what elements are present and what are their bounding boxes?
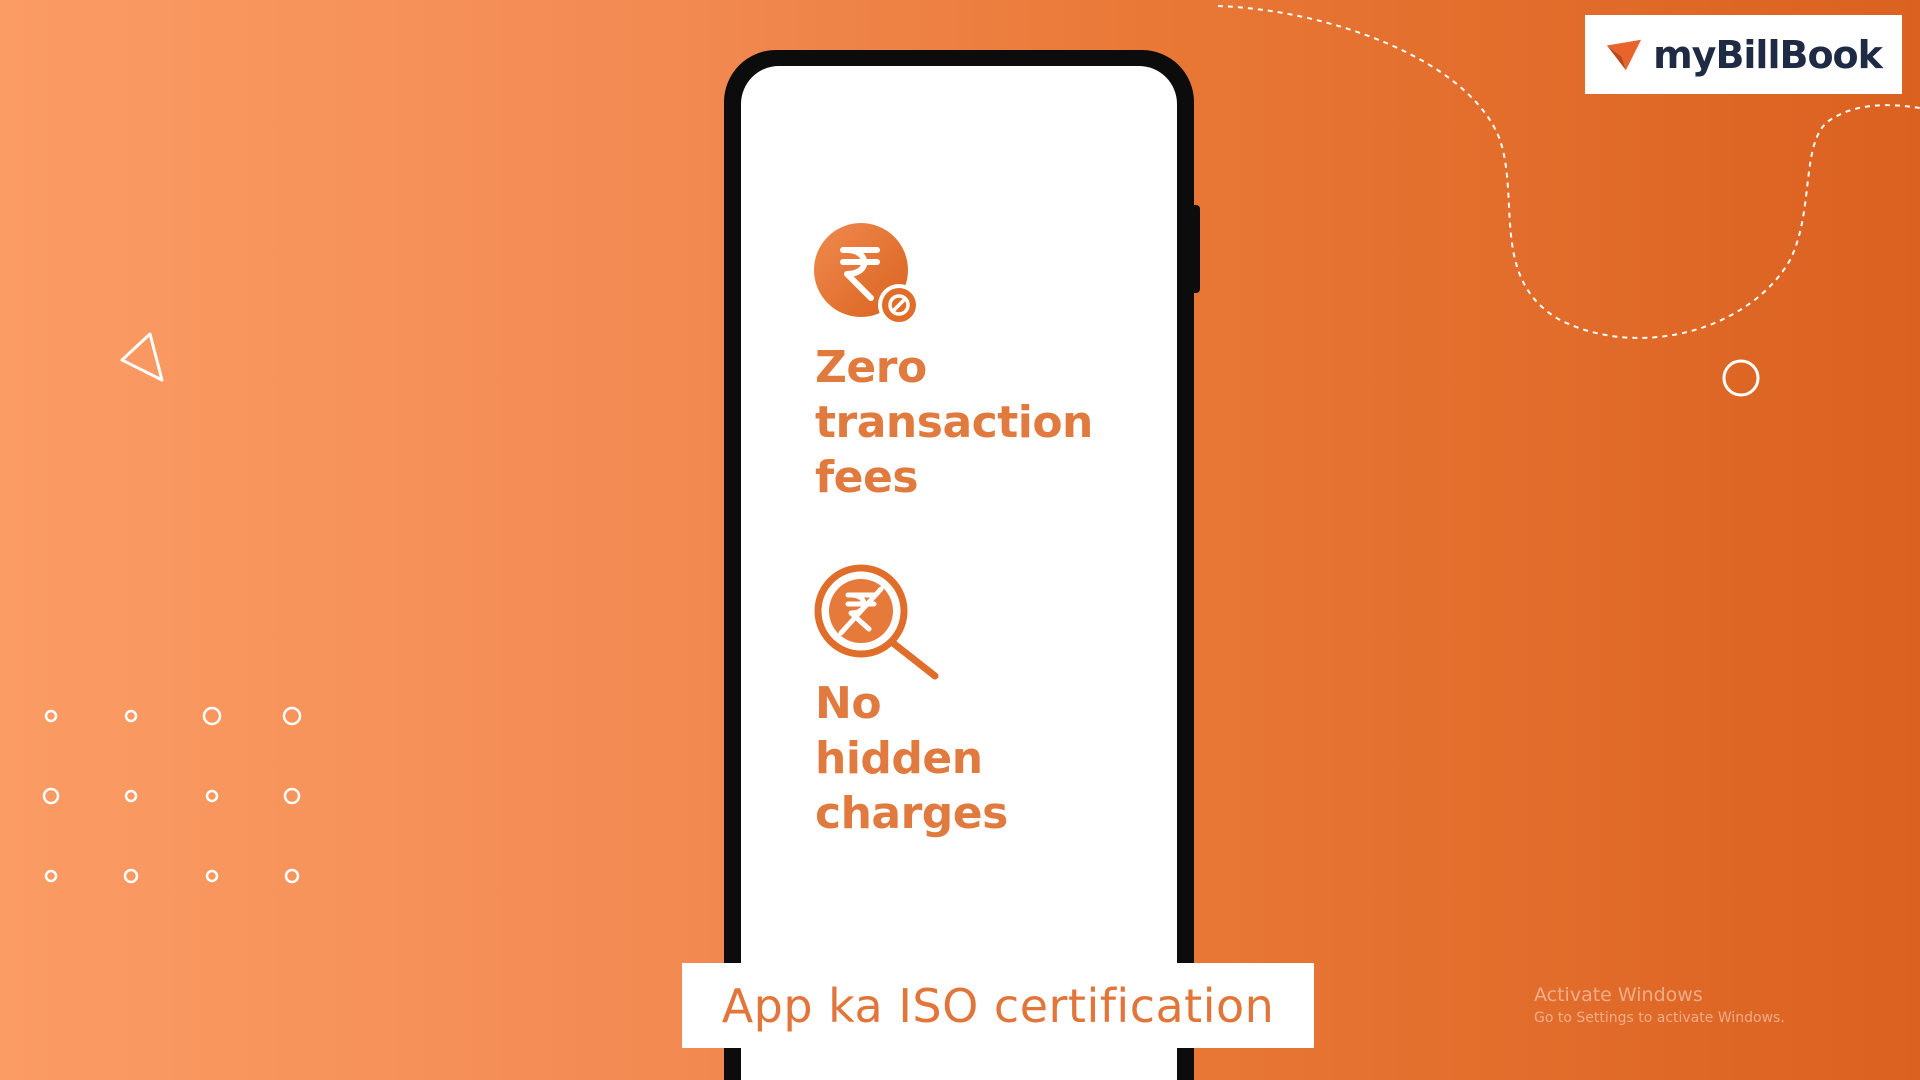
feature-zero-fees-text: Zero transaction fees [815, 340, 1093, 505]
phone-side-button [1190, 205, 1200, 293]
activate-windows-subtitle: Go to Settings to activate Windows. [1534, 1010, 1785, 1026]
triangle-outline-decoration [120, 332, 164, 382]
activate-windows-title: Activate Windows [1534, 984, 1703, 1006]
circle-outline-decoration [1722, 359, 1760, 397]
subtitle-caption: App ka ISO certification [682, 963, 1314, 1048]
logo-prefix: my [1653, 32, 1716, 77]
dot-grid-decoration [42, 706, 302, 884]
feature-line: No [815, 678, 882, 729]
feature-line: Zero [815, 342, 927, 393]
brand-logo: my BillBook [1585, 15, 1902, 94]
rupee-no-fee-icon [814, 223, 920, 326]
feature-no-hidden-charges-text: No hidden charges [815, 676, 1008, 841]
feature-line: hidden [815, 733, 983, 784]
phone-screen [741, 66, 1177, 1080]
rupee-magnifier-icon [814, 564, 939, 680]
paper-plane-logo-icon [1606, 39, 1642, 70]
feature-line: fees [815, 452, 919, 503]
caption-text: App ka ISO certification [721, 978, 1275, 1033]
brand-logo-text: my BillBook [1653, 32, 1883, 77]
feature-line: charges [815, 788, 1008, 839]
feature-line: transaction [815, 397, 1093, 448]
logo-name: BillBook [1715, 32, 1882, 77]
